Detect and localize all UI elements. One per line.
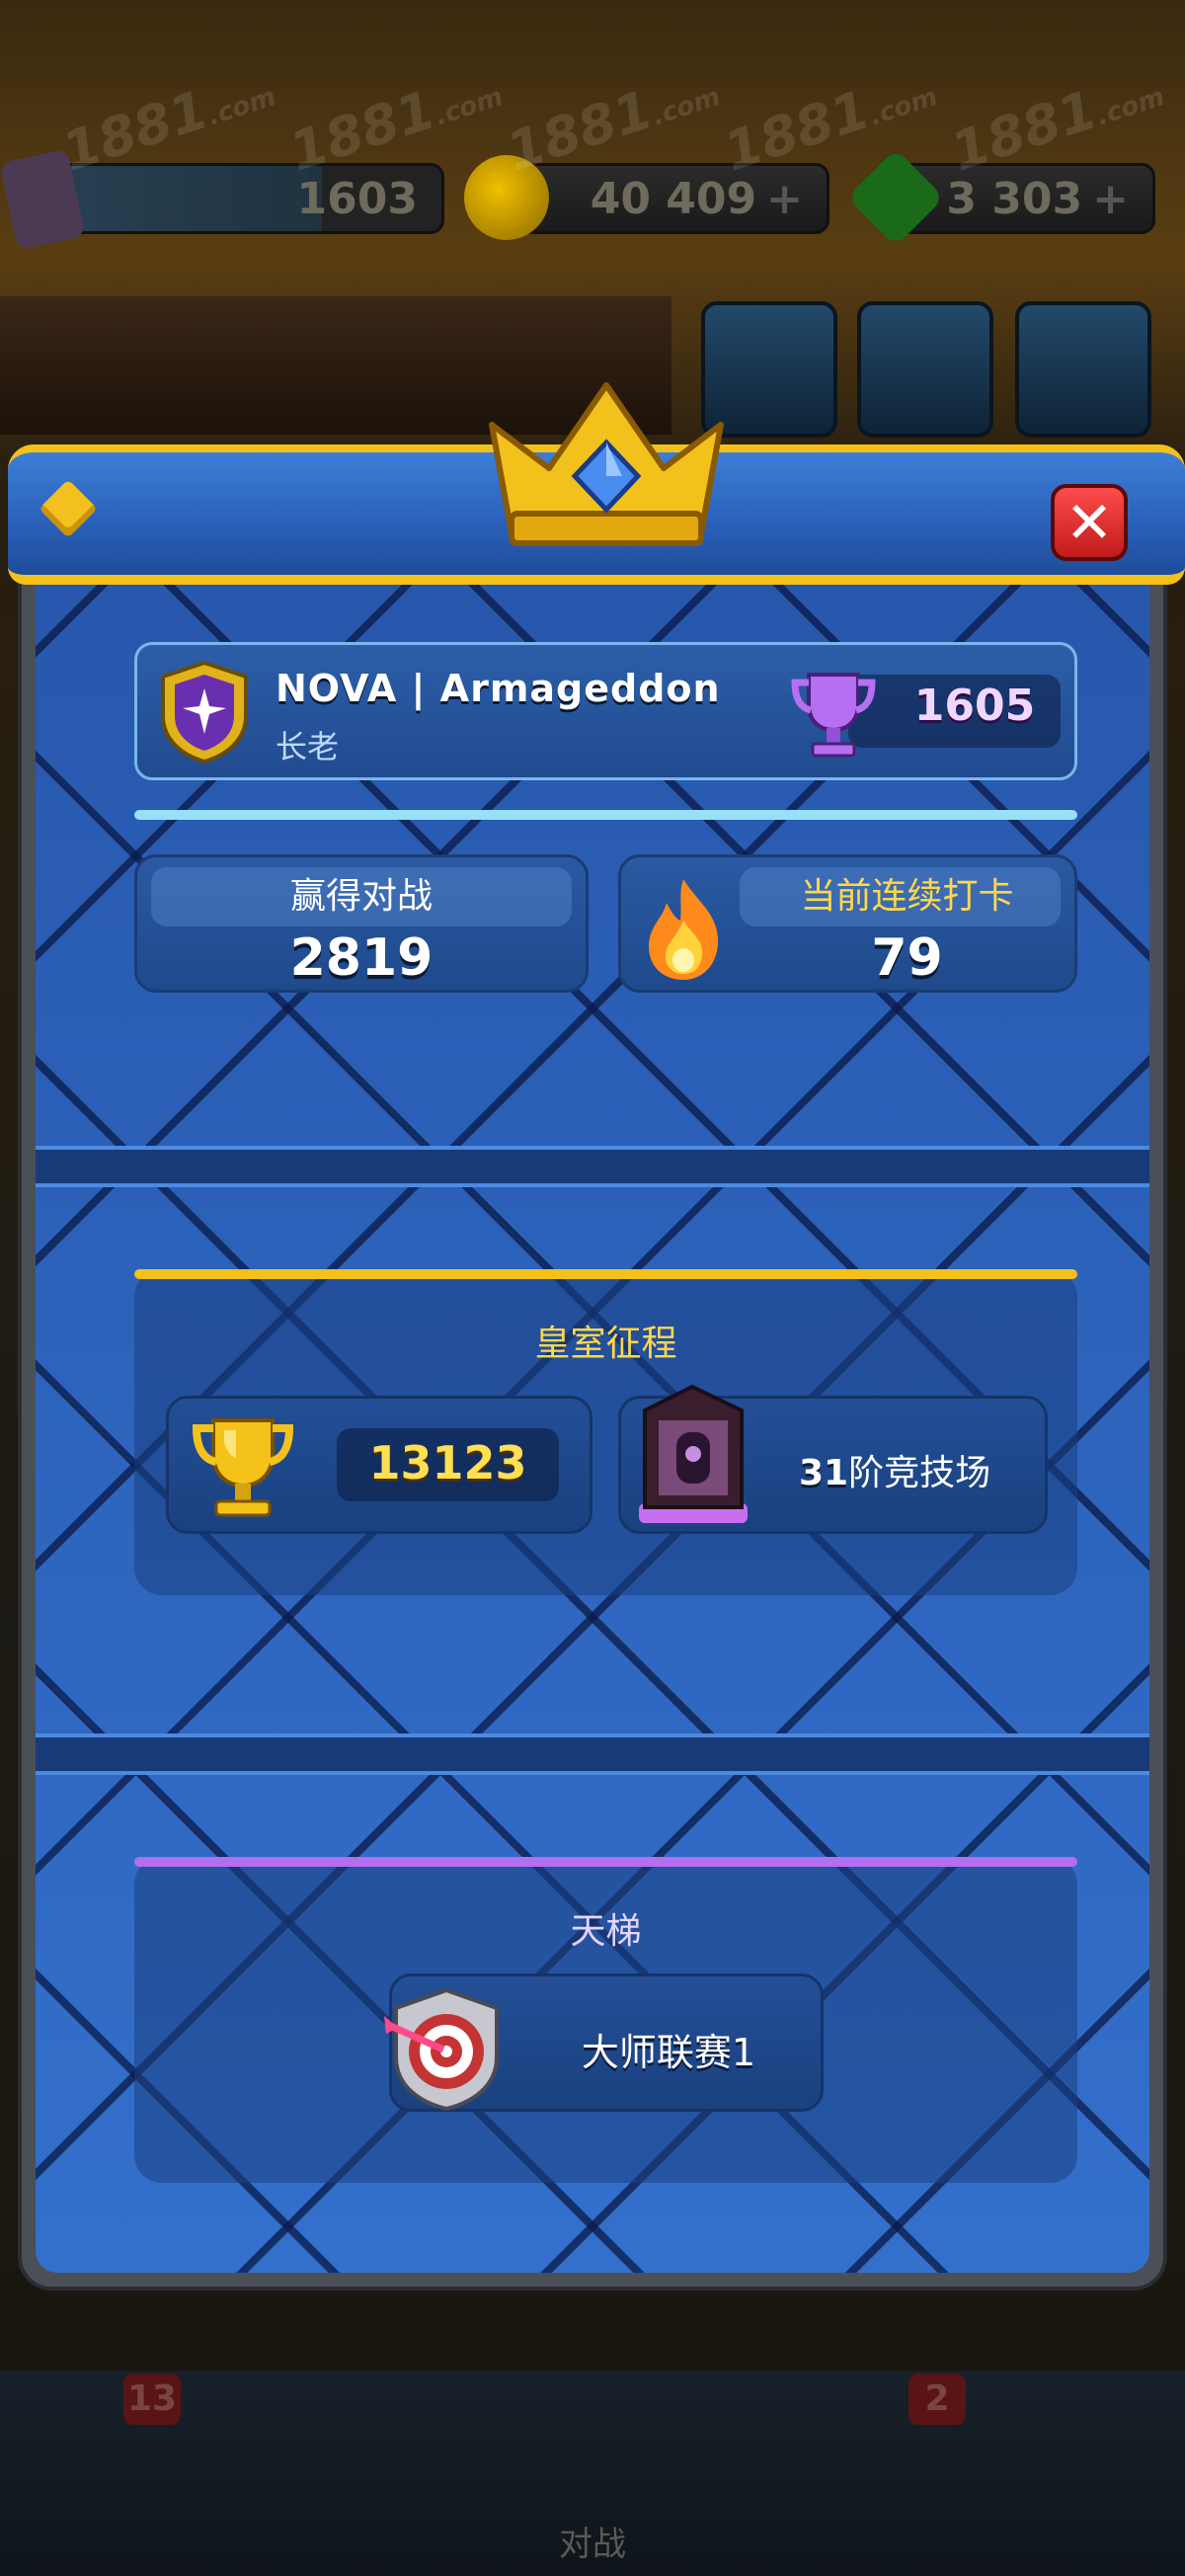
trophy-icon	[791, 673, 876, 758]
arena-suffix: 阶竞技场	[848, 1453, 991, 1493]
arena-icon	[639, 1384, 748, 1523]
news-button[interactable]	[857, 301, 993, 438]
menu-button[interactable]	[1015, 301, 1151, 438]
nav-battle-label: 对战	[559, 2525, 626, 2564]
player-role: 长老	[276, 728, 340, 765]
royal-road-line	[134, 1269, 1077, 1279]
nav-shop[interactable]: 13	[30, 2366, 181, 2534]
crown-icon	[489, 382, 724, 546]
gold-coin-icon	[464, 155, 549, 240]
clan-badge-icon	[161, 660, 248, 765]
ladder-line	[134, 1857, 1077, 1867]
xp-bar: 1603	[40, 163, 444, 234]
gems-plus: +	[1092, 173, 1129, 224]
gold-value: 40 409	[590, 173, 757, 224]
royal-road-trophy-value: 13123	[368, 1436, 527, 1489]
close-button[interactable]: ✕	[1051, 484, 1128, 561]
royal-road-title: 皇室征程	[534, 1324, 677, 1364]
ladder-section: 天梯 大师联赛1	[134, 1857, 1077, 2183]
modal-body: NOVA | Armageddon 长老 1605 赢得对战 2819 当前连续…	[36, 464, 1149, 2273]
arena-number: 31	[799, 1453, 849, 1493]
wins-stat: 赢得对战 2819	[134, 854, 589, 993]
league-box[interactable]: 大师联赛1	[384, 1973, 824, 2112]
nav-cards[interactable]	[227, 2366, 375, 2534]
streak-value: 79	[871, 928, 943, 988]
gold-plus: +	[766, 173, 803, 224]
ladder-title: 天梯	[570, 1911, 642, 1952]
wins-label: 赢得对战	[289, 876, 433, 917]
player-trophies: 1605	[913, 681, 1036, 731]
xp-value: 1603	[296, 173, 418, 224]
arena-label: 31阶竞技场	[799, 1444, 990, 1495]
player-profile-modal: NOVA | Armageddon 长老 1605 赢得对战 2819 当前连续…	[8, 382, 1185, 2287]
top-hud: 1603 40 409 + 3 303 +	[0, 148, 1185, 251]
arena-box[interactable]: 31阶竞技场	[618, 1384, 1048, 1534]
gold-cup-icon	[192, 1418, 294, 1517]
section-separator	[36, 1146, 1149, 1187]
divider	[134, 810, 1077, 820]
royal-road-section: 皇室征程 13123 31阶竞技场	[134, 1269, 1077, 1595]
nav-shop-badge: 13	[123, 2374, 181, 2425]
nav-battle[interactable]	[518, 2366, 667, 2534]
league-target-icon	[384, 1987, 499, 2112]
nav-clan[interactable]: 2	[820, 2366, 968, 2534]
section-separator	[36, 1733, 1149, 1775]
streak-label: 当前连续打卡	[800, 876, 1014, 917]
nav-clan-badge: 2	[908, 2374, 966, 2425]
league-name: 大师联赛1	[581, 2031, 756, 2074]
gem-diamond-icon	[39, 479, 98, 538]
nav-events[interactable]	[1007, 2366, 1155, 2534]
gems-value: 3 303	[946, 173, 1083, 224]
royal-road-trophies[interactable]: 13123	[166, 1396, 592, 1534]
streak-stat: 当前连续打卡 79	[618, 854, 1077, 993]
player-name: NOVA | Armageddon	[276, 667, 721, 710]
wins-value: 2819	[289, 928, 434, 988]
close-icon: ✕	[1065, 489, 1114, 556]
player-card[interactable]: NOVA | Armageddon 长老 1605	[134, 642, 1077, 780]
